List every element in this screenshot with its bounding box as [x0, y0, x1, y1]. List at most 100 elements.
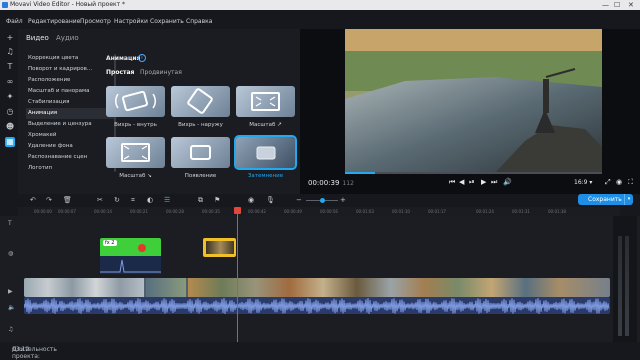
- menu-save[interactable]: Сохранить: [150, 18, 184, 25]
- effect-clip[interactable]: fx 2: [100, 238, 161, 274]
- video-frame-image: [345, 29, 602, 173]
- minimize-button[interactable]: —: [602, 0, 609, 10]
- add-icon[interactable]: +: [5, 33, 15, 43]
- mic-icon[interactable]: 🎙: [266, 196, 275, 204]
- subtab-simple[interactable]: Простая: [106, 69, 134, 76]
- ruler-tick: 00:01:10: [392, 209, 410, 214]
- video-preview[interactable]: [345, 29, 602, 173]
- transition-icon[interactable]: ⧉: [198, 196, 203, 205]
- skip-end-button[interactable]: ⏭: [491, 178, 497, 187]
- delete-icon[interactable]: 🗑: [63, 196, 72, 204]
- playhead[interactable]: [237, 207, 238, 344]
- stickers-icon[interactable]: ☻: [5, 122, 15, 132]
- infinity-icon[interactable]: ∞: [5, 77, 15, 87]
- preset-label: Масштаб ↘: [119, 173, 152, 179]
- undo-icon[interactable]: ↶: [30, 196, 36, 204]
- category-item[interactable]: Коррекция цвета: [26, 53, 114, 64]
- timecode: 00:00:39 112: [308, 179, 354, 187]
- category-item[interactable]: Логотип: [26, 163, 114, 174]
- window-title: Movavi Video Editor - Новый проект *: [10, 1, 126, 8]
- redo-icon[interactable]: ↷: [46, 196, 52, 204]
- info-icon[interactable]: i: [138, 54, 146, 62]
- skip-start-button[interactable]: ⏮: [449, 178, 455, 187]
- zoom-in-icon: [236, 86, 295, 117]
- preset-zoom-out[interactable]: [106, 137, 165, 168]
- preset-label: Появление: [184, 173, 217, 179]
- export-dropdown-icon[interactable]: ▾: [624, 194, 633, 205]
- zoom-in-icon[interactable]: +: [340, 196, 346, 204]
- preset-fade-in[interactable]: [171, 137, 230, 168]
- preset-zoom-in[interactable]: [236, 86, 295, 117]
- category-item[interactable]: Поворот и кадриров...: [26, 64, 114, 75]
- category-item[interactable]: Хромакей: [26, 130, 114, 141]
- play-pause-button[interactable]: ⏯: [469, 178, 475, 187]
- ruler-tick: 00:00:42: [248, 209, 266, 214]
- video-audio-waveform[interactable]: [24, 297, 610, 314]
- marker-icon[interactable]: ⚑: [214, 196, 220, 204]
- aspect-ratio-select[interactable]: 16:9 ▾: [574, 179, 592, 186]
- timecode-main: 00:00:39: [308, 179, 340, 187]
- video-clip-3[interactable]: [188, 278, 610, 297]
- app-window: Movavi Video Editor - Новый проект * — ☐…: [0, 0, 640, 360]
- magic-wand-icon[interactable]: ✦: [5, 92, 15, 102]
- ruler-tick: 00:01:03: [356, 209, 374, 214]
- title-clip[interactable]: [203, 238, 236, 257]
- ruler-tick: 00:01:38: [548, 209, 566, 214]
- seek-bar[interactable]: [345, 172, 602, 174]
- category-item[interactable]: Распознавание сцен: [26, 152, 114, 163]
- menu-file[interactable]: Файл: [6, 18, 23, 25]
- category-item[interactable]: Удаление фона: [26, 141, 114, 152]
- video-track-clips[interactable]: [24, 278, 610, 297]
- clock-icon[interactable]: ◷: [5, 107, 15, 117]
- text-icon[interactable]: T: [5, 62, 15, 72]
- export-button-label: Сохранить: [588, 196, 622, 203]
- ruler-tick: 00:00:14: [94, 209, 112, 214]
- volume-button[interactable]: 🔊: [503, 178, 512, 186]
- next-frame-button[interactable]: ▶: [481, 178, 486, 186]
- tab-video[interactable]: Видео: [26, 34, 49, 42]
- category-item[interactable]: Расположение: [26, 75, 114, 86]
- preset-label: Масштаб ↗: [249, 122, 282, 128]
- preset-fade-out-selected[interactable]: [234, 135, 297, 170]
- video-clip-2[interactable]: [146, 278, 186, 297]
- effects-track-icon: ◍: [8, 250, 14, 257]
- zoom-slider[interactable]: [306, 198, 338, 203]
- cut-icon[interactable]: ✂: [97, 196, 103, 204]
- effect-clip-badge: fx 2: [103, 240, 117, 246]
- playhead-handle[interactable]: [234, 207, 241, 214]
- video-clip-1[interactable]: [24, 278, 144, 297]
- subtab-advanced[interactable]: Продвинутая: [140, 69, 182, 76]
- preset-swirl-in[interactable]: [106, 86, 165, 117]
- export-button[interactable]: Сохранить ▾: [578, 194, 633, 205]
- ruler-tick: 00:01:24: [476, 209, 494, 214]
- prev-frame-button[interactable]: ◀: [459, 178, 464, 186]
- crop-icon[interactable]: ⌗: [131, 196, 135, 205]
- swirl-in-icon: [106, 86, 165, 117]
- preset-swirl-out[interactable]: [171, 86, 230, 117]
- color-icon[interactable]: ◐: [147, 196, 153, 204]
- timeline-ruler[interactable]: 00:00:00 00:00:07 00:00:14 00:00:21 00:0…: [18, 207, 620, 216]
- fullscreen-icon[interactable]: ⤢: [605, 178, 611, 187]
- zoom-slider-knob[interactable]: [319, 198, 325, 203]
- close-button[interactable]: ✕: [628, 0, 634, 10]
- ruler-tick: 00:01:31: [512, 209, 530, 214]
- record-icon[interactable]: ◉: [248, 196, 254, 204]
- snapshot-icon[interactable]: ◉: [616, 178, 622, 186]
- rotate-icon[interactable]: ↻: [114, 196, 120, 204]
- properties-icon[interactable]: ☰: [164, 196, 170, 204]
- category-item-selected[interactable]: Анимация: [26, 108, 114, 119]
- category-item[interactable]: Стабилизация: [26, 97, 114, 108]
- menu-help[interactable]: Справка: [186, 18, 212, 25]
- zoom-out-icon[interactable]: −: [296, 196, 302, 204]
- maximize-button[interactable]: ☐: [614, 0, 620, 10]
- effects-icon[interactable]: ▦: [5, 137, 15, 147]
- music-note-icon[interactable]: ♫: [5, 47, 15, 57]
- menu-settings[interactable]: Настройки: [114, 18, 148, 25]
- menu-edit[interactable]: Редактирование: [28, 18, 80, 25]
- category-item[interactable]: Выделение и цензура: [26, 119, 114, 130]
- category-item[interactable]: Масштаб и панорама: [26, 86, 114, 97]
- tab-audio[interactable]: Аудио: [56, 34, 79, 42]
- menu-view[interactable]: Просмотр: [80, 18, 111, 25]
- preset-label: Вихрь - наружу: [178, 122, 223, 128]
- expand-icon[interactable]: ⛶: [628, 178, 633, 187]
